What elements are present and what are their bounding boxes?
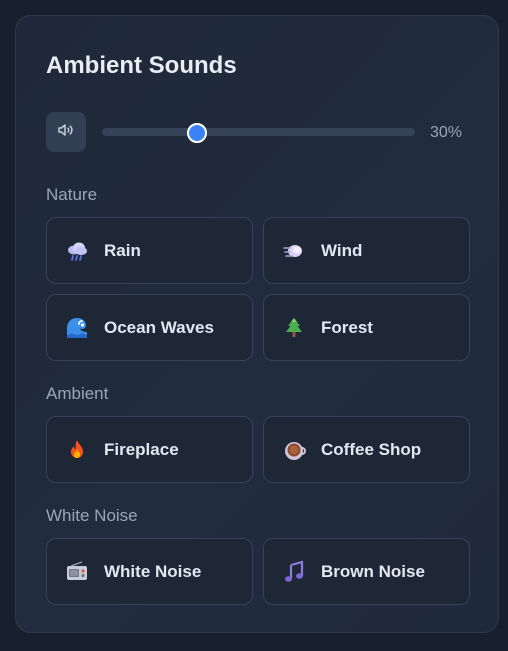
sound-button-rain[interactable]: Rain xyxy=(46,217,253,284)
sound-button-fireplace[interactable]: Fireplace xyxy=(46,416,253,483)
sound-label: Fireplace xyxy=(104,439,179,459)
wave-icon xyxy=(65,316,89,340)
sound-button-wind[interactable]: Wind xyxy=(263,217,470,284)
volume-slider-thumb[interactable] xyxy=(186,123,207,143)
volume-slider-track xyxy=(102,128,415,136)
sound-label: Ocean Waves xyxy=(104,317,214,337)
sound-button-coffee-shop[interactable]: Coffee Shop xyxy=(263,416,470,483)
section-label-nature: Nature xyxy=(46,185,98,204)
wind-icon xyxy=(282,239,306,263)
panel-title: Ambient Sounds xyxy=(46,52,237,79)
ambient-sounds-panel: Ambient Sounds 30% Nature Rain Wind Ocea… xyxy=(15,15,499,633)
radio-icon xyxy=(65,560,89,584)
sound-button-white-noise[interactable]: White Noise xyxy=(46,538,253,605)
sound-button-brown-noise[interactable]: Brown Noise xyxy=(263,538,470,605)
sound-label: Forest xyxy=(321,317,373,337)
fire-icon xyxy=(65,438,89,462)
music-note-icon xyxy=(282,560,306,584)
sound-label: Coffee Shop xyxy=(321,439,422,459)
sound-label: Wind xyxy=(321,240,363,260)
rain-cloud-icon xyxy=(65,239,89,263)
speaker-icon xyxy=(56,120,76,145)
section-label-ambient: Ambient xyxy=(46,384,109,403)
sound-label: Brown Noise xyxy=(321,561,425,581)
volume-value: 30% xyxy=(430,124,463,141)
sound-button-ocean-waves[interactable]: Ocean Waves xyxy=(46,294,253,361)
sound-label: Rain xyxy=(104,240,141,260)
coffee-icon xyxy=(282,438,306,462)
tree-icon xyxy=(282,316,306,340)
volume-slider[interactable] xyxy=(102,123,415,143)
sound-label: White Noise xyxy=(104,561,202,581)
volume-mute-button[interactable] xyxy=(46,112,86,152)
sound-button-forest[interactable]: Forest xyxy=(263,294,470,361)
section-label-white-noise: White Noise xyxy=(46,506,138,525)
